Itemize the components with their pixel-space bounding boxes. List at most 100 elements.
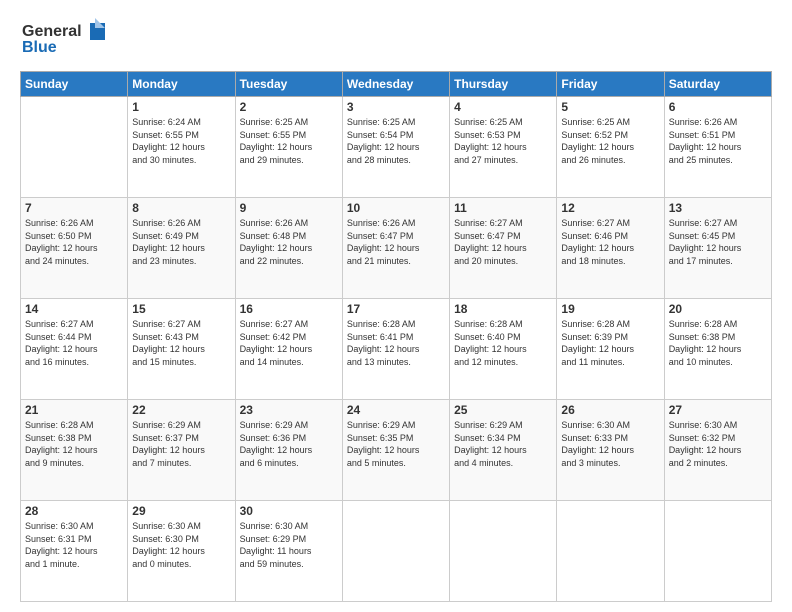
day-cell: 24 Sunrise: 6:29 AM Sunset: 6:35 PM Dayli… — [342, 400, 449, 501]
svg-text:General: General — [22, 23, 82, 40]
day-cell: 18 Sunrise: 6:28 AM Sunset: 6:40 PM Dayli… — [450, 299, 557, 400]
day-number: 30 — [240, 504, 338, 518]
day-cell: 1 Sunrise: 6:24 AM Sunset: 6:55 PM Daylig… — [128, 97, 235, 198]
day-info: Sunrise: 6:28 AM Sunset: 6:41 PM Dayligh… — [347, 318, 445, 368]
weekday-header-friday: Friday — [557, 72, 664, 97]
day-cell: 8Sunrise: 6:26 AM Sunset: 6:49 PM Daylig… — [128, 198, 235, 299]
day-cell: 11 Sunrise: 6:27 AM Sunset: 6:47 PM Dayli… — [450, 198, 557, 299]
day-cell: 9 Sunrise: 6:26 AM Sunset: 6:48 PM Daylig… — [235, 198, 342, 299]
day-info: Sunrise: 6:28 AM Sunset: 6:40 PM Dayligh… — [454, 318, 552, 368]
logo: General Blue — [20, 18, 110, 63]
day-info: Sunrise: 6:29 AM Sunset: 6:36 PM Dayligh… — [240, 419, 338, 469]
day-number: 4 — [454, 100, 552, 114]
day-cell: 25 Sunrise: 6:29 AM Sunset: 6:34 PM Dayli… — [450, 400, 557, 501]
day-info: Sunrise: 6:26 AM Sunset: 6:47 PM Dayligh… — [347, 217, 445, 267]
day-cell: 7 Sunrise: 6:26 AM Sunset: 6:50 PM Daylig… — [21, 198, 128, 299]
weekday-header-row: SundayMondayTuesdayWednesdayThursdayFrid… — [21, 72, 772, 97]
day-info: Sunrise: 6:28 AM Sunset: 6:38 PM Dayligh… — [669, 318, 767, 368]
day-number: 15 — [132, 302, 230, 316]
day-cell: 15 Sunrise: 6:27 AM Sunset: 6:43 PM Dayli… — [128, 299, 235, 400]
weekday-header-sunday: Sunday — [21, 72, 128, 97]
day-cell: 12Sunrise: 6:27 AM Sunset: 6:46 PM Dayli… — [557, 198, 664, 299]
day-number: 17 — [347, 302, 445, 316]
day-info: Sunrise: 6:25 AM Sunset: 6:55 PM Dayligh… — [240, 116, 338, 166]
day-number: 28 — [25, 504, 123, 518]
day-info: Sunrise: 6:25 AM Sunset: 6:54 PM Dayligh… — [347, 116, 445, 166]
day-info: Sunrise: 6:27 AM Sunset: 6:43 PM Dayligh… — [132, 318, 230, 368]
day-cell: 5 Sunrise: 6:25 AM Sunset: 6:52 PM Daylig… — [557, 97, 664, 198]
day-cell: 30 Sunrise: 6:30 AM Sunset: 6:29 PM Dayli… — [235, 501, 342, 602]
week-row-1: 7 Sunrise: 6:26 AM Sunset: 6:50 PM Daylig… — [21, 198, 772, 299]
day-number: 22 — [132, 403, 230, 417]
day-number: 16 — [240, 302, 338, 316]
day-cell: 13Sunrise: 6:27 AM Sunset: 6:45 PM Dayli… — [664, 198, 771, 299]
day-number: 5 — [561, 100, 659, 114]
day-info: Sunrise: 6:30 AM Sunset: 6:30 PM Dayligh… — [132, 520, 230, 570]
day-number: 2 — [240, 100, 338, 114]
week-row-4: 28 Sunrise: 6:30 AM Sunset: 6:31 PM Dayli… — [21, 501, 772, 602]
weekday-header-wednesday: Wednesday — [342, 72, 449, 97]
weekday-header-monday: Monday — [128, 72, 235, 97]
calendar-body: 1 Sunrise: 6:24 AM Sunset: 6:55 PM Daylig… — [21, 97, 772, 602]
day-cell — [557, 501, 664, 602]
day-number: 3 — [347, 100, 445, 114]
day-info: Sunrise: 6:27 AM Sunset: 6:44 PM Dayligh… — [25, 318, 123, 368]
day-cell: 17 Sunrise: 6:28 AM Sunset: 6:41 PM Dayli… — [342, 299, 449, 400]
day-info: Sunrise: 6:26 AM Sunset: 6:48 PM Dayligh… — [240, 217, 338, 267]
day-number: 14 — [25, 302, 123, 316]
day-cell: 27 Sunrise: 6:30 AM Sunset: 6:32 PM Dayli… — [664, 400, 771, 501]
day-cell: 26Sunrise: 6:30 AM Sunset: 6:33 PM Dayli… — [557, 400, 664, 501]
day-number: 21 — [25, 403, 123, 417]
day-number: 13 — [669, 201, 767, 215]
day-number: 19 — [561, 302, 659, 316]
day-info: Sunrise: 6:26 AM Sunset: 6:50 PM Dayligh… — [25, 217, 123, 267]
day-cell: 21 Sunrise: 6:28 AM Sunset: 6:38 PM Dayli… — [21, 400, 128, 501]
day-number: 25 — [454, 403, 552, 417]
day-cell: 3 Sunrise: 6:25 AM Sunset: 6:54 PM Daylig… — [342, 97, 449, 198]
day-number: 7 — [25, 201, 123, 215]
weekday-header-tuesday: Tuesday — [235, 72, 342, 97]
day-info: Sunrise: 6:29 AM Sunset: 6:37 PM Dayligh… — [132, 419, 230, 469]
day-info: Sunrise: 6:25 AM Sunset: 6:52 PM Dayligh… — [561, 116, 659, 166]
day-info: Sunrise: 6:27 AM Sunset: 6:42 PM Dayligh… — [240, 318, 338, 368]
week-row-0: 1 Sunrise: 6:24 AM Sunset: 6:55 PM Daylig… — [21, 97, 772, 198]
day-info: Sunrise: 6:30 AM Sunset: 6:32 PM Dayligh… — [669, 419, 767, 469]
day-info: Sunrise: 6:24 AM Sunset: 6:55 PM Dayligh… — [132, 116, 230, 166]
day-info: Sunrise: 6:29 AM Sunset: 6:34 PM Dayligh… — [454, 419, 552, 469]
day-info: Sunrise: 6:26 AM Sunset: 6:49 PM Dayligh… — [132, 217, 230, 267]
day-cell: 2 Sunrise: 6:25 AM Sunset: 6:55 PM Daylig… — [235, 97, 342, 198]
day-cell: 22 Sunrise: 6:29 AM Sunset: 6:37 PM Dayli… — [128, 400, 235, 501]
weekday-header-thursday: Thursday — [450, 72, 557, 97]
week-row-2: 14 Sunrise: 6:27 AM Sunset: 6:44 PM Dayli… — [21, 299, 772, 400]
day-cell: 28 Sunrise: 6:30 AM Sunset: 6:31 PM Dayli… — [21, 501, 128, 602]
day-number: 11 — [454, 201, 552, 215]
logo-icon: General Blue — [20, 18, 110, 58]
day-cell: 20Sunrise: 6:28 AM Sunset: 6:38 PM Dayli… — [664, 299, 771, 400]
day-info: Sunrise: 6:29 AM Sunset: 6:35 PM Dayligh… — [347, 419, 445, 469]
day-number: 27 — [669, 403, 767, 417]
day-number: 6 — [669, 100, 767, 114]
day-number: 24 — [347, 403, 445, 417]
day-cell — [664, 501, 771, 602]
day-number: 9 — [240, 201, 338, 215]
day-cell — [21, 97, 128, 198]
day-number: 23 — [240, 403, 338, 417]
day-info: Sunrise: 6:27 AM Sunset: 6:47 PM Dayligh… — [454, 217, 552, 267]
day-cell: 14 Sunrise: 6:27 AM Sunset: 6:44 PM Dayli… — [21, 299, 128, 400]
day-number: 1 — [132, 100, 230, 114]
day-number: 18 — [454, 302, 552, 316]
day-info: Sunrise: 6:30 AM Sunset: 6:31 PM Dayligh… — [25, 520, 123, 570]
day-info: Sunrise: 6:28 AM Sunset: 6:38 PM Dayligh… — [25, 419, 123, 469]
calendar-table: SundayMondayTuesdayWednesdayThursdayFrid… — [20, 71, 772, 602]
day-info: Sunrise: 6:25 AM Sunset: 6:53 PM Dayligh… — [454, 116, 552, 166]
day-cell: 16 Sunrise: 6:27 AM Sunset: 6:42 PM Dayli… — [235, 299, 342, 400]
day-number: 10 — [347, 201, 445, 215]
day-info: Sunrise: 6:30 AM Sunset: 6:29 PM Dayligh… — [240, 520, 338, 570]
day-number: 12 — [561, 201, 659, 215]
day-info: Sunrise: 6:28 AM Sunset: 6:39 PM Dayligh… — [561, 318, 659, 368]
day-info: Sunrise: 6:26 AM Sunset: 6:51 PM Dayligh… — [669, 116, 767, 166]
day-info: Sunrise: 6:30 AM Sunset: 6:33 PM Dayligh… — [561, 419, 659, 469]
day-cell: 6 Sunrise: 6:26 AM Sunset: 6:51 PM Daylig… — [664, 97, 771, 198]
day-cell: 23 Sunrise: 6:29 AM Sunset: 6:36 PM Dayli… — [235, 400, 342, 501]
week-row-3: 21 Sunrise: 6:28 AM Sunset: 6:38 PM Dayli… — [21, 400, 772, 501]
